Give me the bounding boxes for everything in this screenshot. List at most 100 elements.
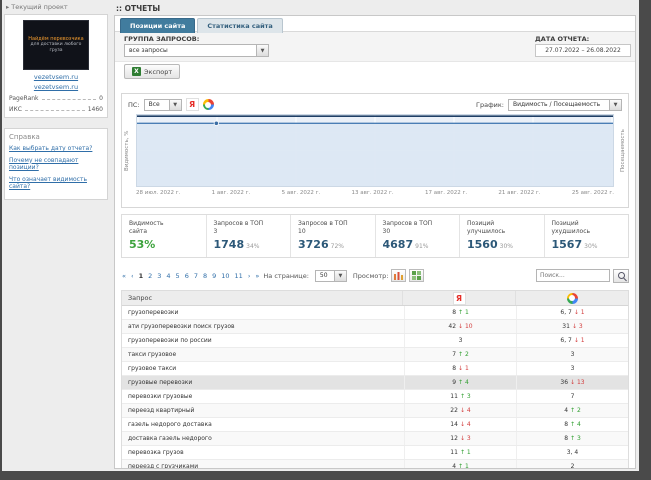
table-row[interactable]: грузовое такси 8 ↓ 1 3 — [122, 362, 628, 376]
table-row[interactable]: такси грузовое 7 ↑ 2 3 — [122, 348, 628, 362]
query-cell: перевозки грузовые — [128, 393, 193, 400]
query-cell: перевозка грузов — [128, 449, 184, 456]
google-position-cell: 4 ↑ 2 — [516, 404, 628, 417]
chevron-down-icon: ▼ — [168, 99, 181, 110]
x-axis-tick: 1 авг. 2022 г. — [211, 190, 251, 196]
help-link[interactable]: Почему не совпадают позиции? — [9, 157, 103, 172]
graph-mode-select[interactable]: Видимость / Посещаемость ▼ — [508, 98, 622, 111]
table-row[interactable]: переезд квартирный 22 ↓ 4 4 ↑ 2 — [122, 404, 628, 418]
help-link[interactable]: Как выбрать дату отчета? — [9, 145, 103, 153]
page-prev-button[interactable]: ‹ — [130, 272, 135, 280]
page-number-1[interactable]: 1 — [138, 272, 145, 280]
position-value: 9 — [452, 379, 457, 386]
page-number-5[interactable]: 5 — [175, 272, 181, 280]
site-link-primary[interactable]: vezetvsem.ru — [9, 73, 103, 81]
query-cell: грузовые перевозки — [128, 379, 193, 386]
chart-view-button[interactable] — [391, 269, 407, 282]
yandex-column-header[interactable]: Я — [402, 291, 515, 305]
table-row[interactable]: перевозки грузовые 11 ↑ 3 7 — [122, 390, 628, 404]
page-number-7[interactable]: 7 — [193, 272, 199, 280]
yandex-position-cell: 11 ↑ 1 — [404, 446, 516, 459]
google-position-cell: 3 — [516, 362, 628, 375]
search-input[interactable] — [536, 269, 610, 282]
page-number-4[interactable]: 4 — [165, 272, 171, 280]
table-row[interactable]: газель недорого доставка 14 ↓ 4 8 ↑ 4 — [122, 418, 628, 432]
position-value: 7 — [452, 351, 457, 358]
stat-value: 53% — [129, 237, 156, 251]
search-engine-select[interactable]: Все ▼ — [143, 98, 182, 111]
page-number-11[interactable]: 11 — [234, 272, 244, 280]
page-last-button[interactable]: » — [254, 272, 260, 280]
table-row[interactable]: грузоперевозки 8 ↑ 1 6, 7 ↓ 1 — [122, 306, 628, 320]
page-number-3[interactable]: 3 — [156, 272, 162, 280]
query-cell: ати грузоперевозки поиск грузов — [128, 323, 235, 330]
x-axis-tick: 13 авг. 2022 г. — [351, 190, 394, 196]
y-axis-right-label: Посещаемость — [620, 129, 626, 172]
table-row[interactable]: переезд с грузчиками 4 ↑ 1 2 — [122, 460, 628, 468]
chart-controls: ПС: Все ▼ Я График: Видимость / Посещаем… — [128, 97, 622, 112]
help-link[interactable]: Что означает видимость сайта? — [9, 176, 103, 191]
tab-1[interactable]: Статистика сайта — [197, 18, 283, 33]
stat-value: 4687 91% — [382, 237, 429, 251]
export-button[interactable]: Экспорт — [124, 64, 181, 79]
position-change: ↑ 4 — [570, 421, 581, 428]
page-next-button[interactable]: › — [247, 272, 252, 280]
grid-view-button[interactable] — [409, 269, 425, 282]
google-position-cell: 3, 4 — [516, 446, 628, 459]
help-header: Справка — [9, 133, 40, 141]
table-row[interactable]: грузоперевозки по россии 3 6, 7 ↓ 1 — [122, 334, 628, 348]
table-row[interactable]: ати грузоперевозки поиск грузов 42 ↓ 10 31 ↓… — [122, 320, 628, 334]
page-first-button[interactable]: « — [121, 272, 127, 280]
google-position-cell: 7 — [516, 390, 628, 403]
table-row[interactable]: грузовые перевозки 9 ↑ 4 36 ↓ 13 — [122, 376, 628, 390]
report-panel: Позиции сайта Статистика сайта ГРУППА ЗАП… — [114, 15, 636, 469]
page-number-2[interactable]: 2 — [147, 272, 153, 280]
site-thumbnail[interactable]: Найдём перевозчика для доставки любого г… — [23, 20, 89, 70]
chevron-down-icon: ▼ — [333, 270, 346, 281]
help-card: Справка Как выбрать дату отчета? Почему н… — [4, 128, 108, 200]
query-group-select[interactable]: все запросы ▼ — [124, 44, 269, 57]
stat-value: 1567 30% — [551, 237, 598, 251]
position-change: ↓ 1 — [573, 337, 585, 344]
google-icon[interactable] — [202, 99, 214, 110]
stat-percent: 34% — [246, 242, 260, 250]
google-position-cell: 8 ↑ 4 — [516, 418, 628, 431]
page-number-10[interactable]: 10 — [220, 272, 230, 280]
page-number-6[interactable]: 6 — [184, 272, 190, 280]
position-change: ↑ 1 — [458, 309, 469, 316]
query-column-header[interactable]: Запрос — [122, 294, 402, 302]
x-axis-labels: 28 июл. 2022 г. 1 авг. 2022 г. 5 авг. 2022… — [136, 190, 614, 196]
stat-label: Видимость сайта — [129, 220, 164, 235]
position-change: ↑ 3 — [459, 393, 471, 400]
query-cell: переезд квартирный — [128, 407, 195, 414]
position-change: ↓ 13 — [570, 379, 585, 386]
page-number-8[interactable]: 8 — [202, 272, 208, 280]
stat-label: Запросов в ТОП 3 — [213, 220, 264, 235]
table-row[interactable]: перевозка грузов 11 ↑ 1 3, 4 — [122, 446, 628, 460]
yandex-position-cell: 4 ↑ 1 — [404, 460, 516, 468]
grid-view-icon — [412, 271, 422, 280]
date-range-picker[interactable]: 27.07.2022 – 26.08.2022 — [535, 44, 631, 57]
pagerank-value: 0 — [99, 95, 103, 102]
tab-0[interactable]: Позиции сайта — [120, 18, 196, 33]
yandex-icon: Я — [452, 291, 466, 305]
search-button[interactable] — [613, 268, 629, 283]
filter-band: ГРУППА ЗАПРОСОВ: все запросы ▼ ДАТА ОТЧЕ… — [115, 31, 635, 62]
stat-value: 1560 30% — [467, 237, 513, 251]
yandex-position-cell: 9 ↑ 4 — [404, 376, 516, 389]
position-value: 36 — [560, 379, 569, 386]
query-cell: газель недорого доставка — [128, 421, 212, 428]
page-number-9[interactable]: 9 — [211, 272, 217, 280]
per-page-select[interactable]: 50 ▼ — [314, 269, 347, 282]
query-cell: грузоперевозки — [128, 309, 179, 316]
google-column-header[interactable] — [515, 291, 628, 305]
yandex-icon[interactable]: Я — [185, 98, 199, 111]
table-row[interactable]: доставка газель недорого 12 ↓ 3 8 ↑ 3 — [122, 432, 628, 446]
main-area: :: ОТЧЕТЫ Позиции сайта Статистика сайта … — [114, 2, 638, 469]
google-position-cell: 6, 7 ↓ 1 — [516, 306, 628, 319]
site-link-secondary[interactable]: vezetvsem.ru — [9, 83, 103, 91]
help-links: Как выбрать дату отчета? Почему не совпад… — [9, 145, 103, 191]
current-project-label: Текущий проект — [11, 3, 68, 11]
iks-label: ИКС — [9, 106, 22, 113]
position-value: 3 — [570, 351, 575, 358]
